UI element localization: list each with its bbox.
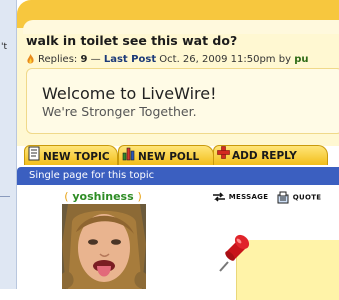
username-bracket-right: ) [137, 190, 142, 203]
add-reply-label: ADD REPLY [232, 150, 297, 162]
flame-icon [26, 54, 35, 64]
welcome-title: Welcome to LiveWire! [42, 84, 217, 103]
new-topic-button[interactable]: NEW TOPIC [24, 145, 118, 165]
quote-label: QUOTE [292, 193, 322, 202]
quote-icon [276, 191, 293, 204]
left-page-edge: 't [0, 0, 17, 289]
document-icon [28, 146, 41, 168]
new-topic-label: NEW TOPIC [43, 151, 110, 163]
topic-action-tabs: NEW TOPIC NEW POLL ADD REPLY [19, 143, 339, 167]
new-poll-label: NEW POLL [138, 151, 200, 163]
avatar[interactable] [62, 204, 146, 289]
welcome-banner: Welcome to LiveWire! We're Stronger Toge… [26, 68, 339, 134]
message-button[interactable]: MESSAGE [212, 191, 268, 203]
post-author[interactable]: ( yoshiness ) [58, 190, 148, 203]
last-post-date: Oct. 26, 2009 11:50pm [159, 54, 276, 65]
topic-meta: Replies: 9 — Last Post Oct. 26, 2009 11:… [26, 54, 308, 65]
plus-icon [217, 146, 230, 166]
replies-count: 9 [80, 54, 88, 65]
quote-button[interactable]: QUOTE [276, 191, 321, 204]
by-label: by [278, 54, 291, 65]
pushpin-icon [218, 232, 254, 276]
username-bracket-left: ( [64, 190, 69, 203]
page-info-bar: Single page for this topic [17, 167, 339, 185]
left-edge-label: 't [1, 42, 8, 52]
last-post-link[interactable]: Last Post [104, 54, 156, 65]
left-edge-divider [0, 188, 10, 197]
topic-title: walk in toilet see this wat do? [26, 33, 238, 48]
page-info-text: Single page for this topic [29, 170, 155, 181]
add-reply-button[interactable]: ADD REPLY [213, 145, 328, 165]
new-poll-button[interactable]: NEW POLL [118, 145, 214, 165]
message-label: MESSAGE [228, 193, 269, 201]
topic-header-inner [23, 20, 339, 34]
message-icon [212, 192, 229, 202]
welcome-subtitle: We're Stronger Together. [42, 104, 197, 119]
replies-label: Replies: [38, 54, 78, 65]
bar-chart-icon [122, 146, 136, 168]
username-label: yoshiness [72, 190, 134, 203]
meta-separator: — [90, 54, 101, 65]
last-poster-link[interactable]: pu [294, 54, 308, 65]
